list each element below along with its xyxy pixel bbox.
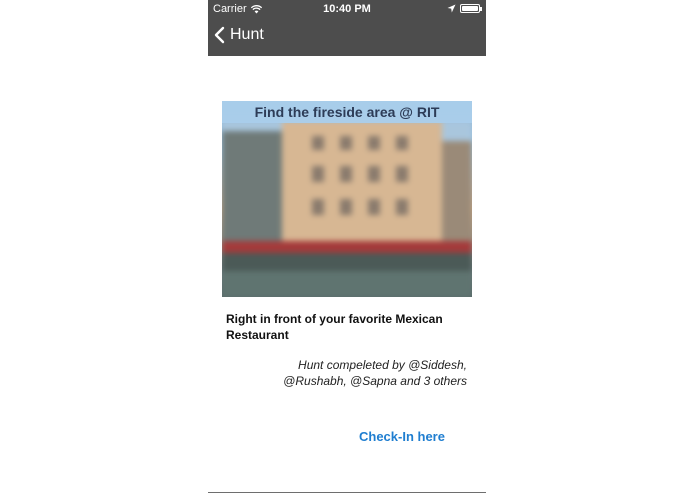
top-bar: Carrier 10:40 PM Hunt <box>208 0 486 56</box>
hunt-hint: Right in front of your favorite Mexican … <box>226 312 443 342</box>
completed-by: Hunt compeleted by @Siddesh, @Rushabh, @… <box>237 357 467 389</box>
location-arrow-icon <box>447 4 456 13</box>
status-right-icons <box>447 4 482 13</box>
battery-icon <box>460 4 482 13</box>
bottom-divider <box>208 492 486 493</box>
status-time: 10:40 PM <box>323 3 371 15</box>
building-photo <box>222 121 472 297</box>
chevron-left-icon <box>214 26 225 44</box>
back-button-label: Hunt <box>230 26 264 43</box>
hunt-photo: Find the fireside area @ RIT <box>222 101 472 297</box>
hunt-title: Find the fireside area @ RIT <box>222 101 472 123</box>
back-button[interactable]: Hunt <box>214 26 264 44</box>
battery-fill <box>462 6 478 11</box>
status-bar: Carrier 10:40 PM <box>208 0 486 18</box>
check-in-button[interactable]: Check-In here <box>359 429 445 444</box>
completed-by-line-2: @Rushabh, @Sapna and 3 others <box>283 374 467 388</box>
phone-screen: Carrier 10:40 PM Hunt Find the fireside … <box>208 0 486 494</box>
completed-by-line-1: Hunt compeleted by @Siddesh, <box>298 358 467 372</box>
